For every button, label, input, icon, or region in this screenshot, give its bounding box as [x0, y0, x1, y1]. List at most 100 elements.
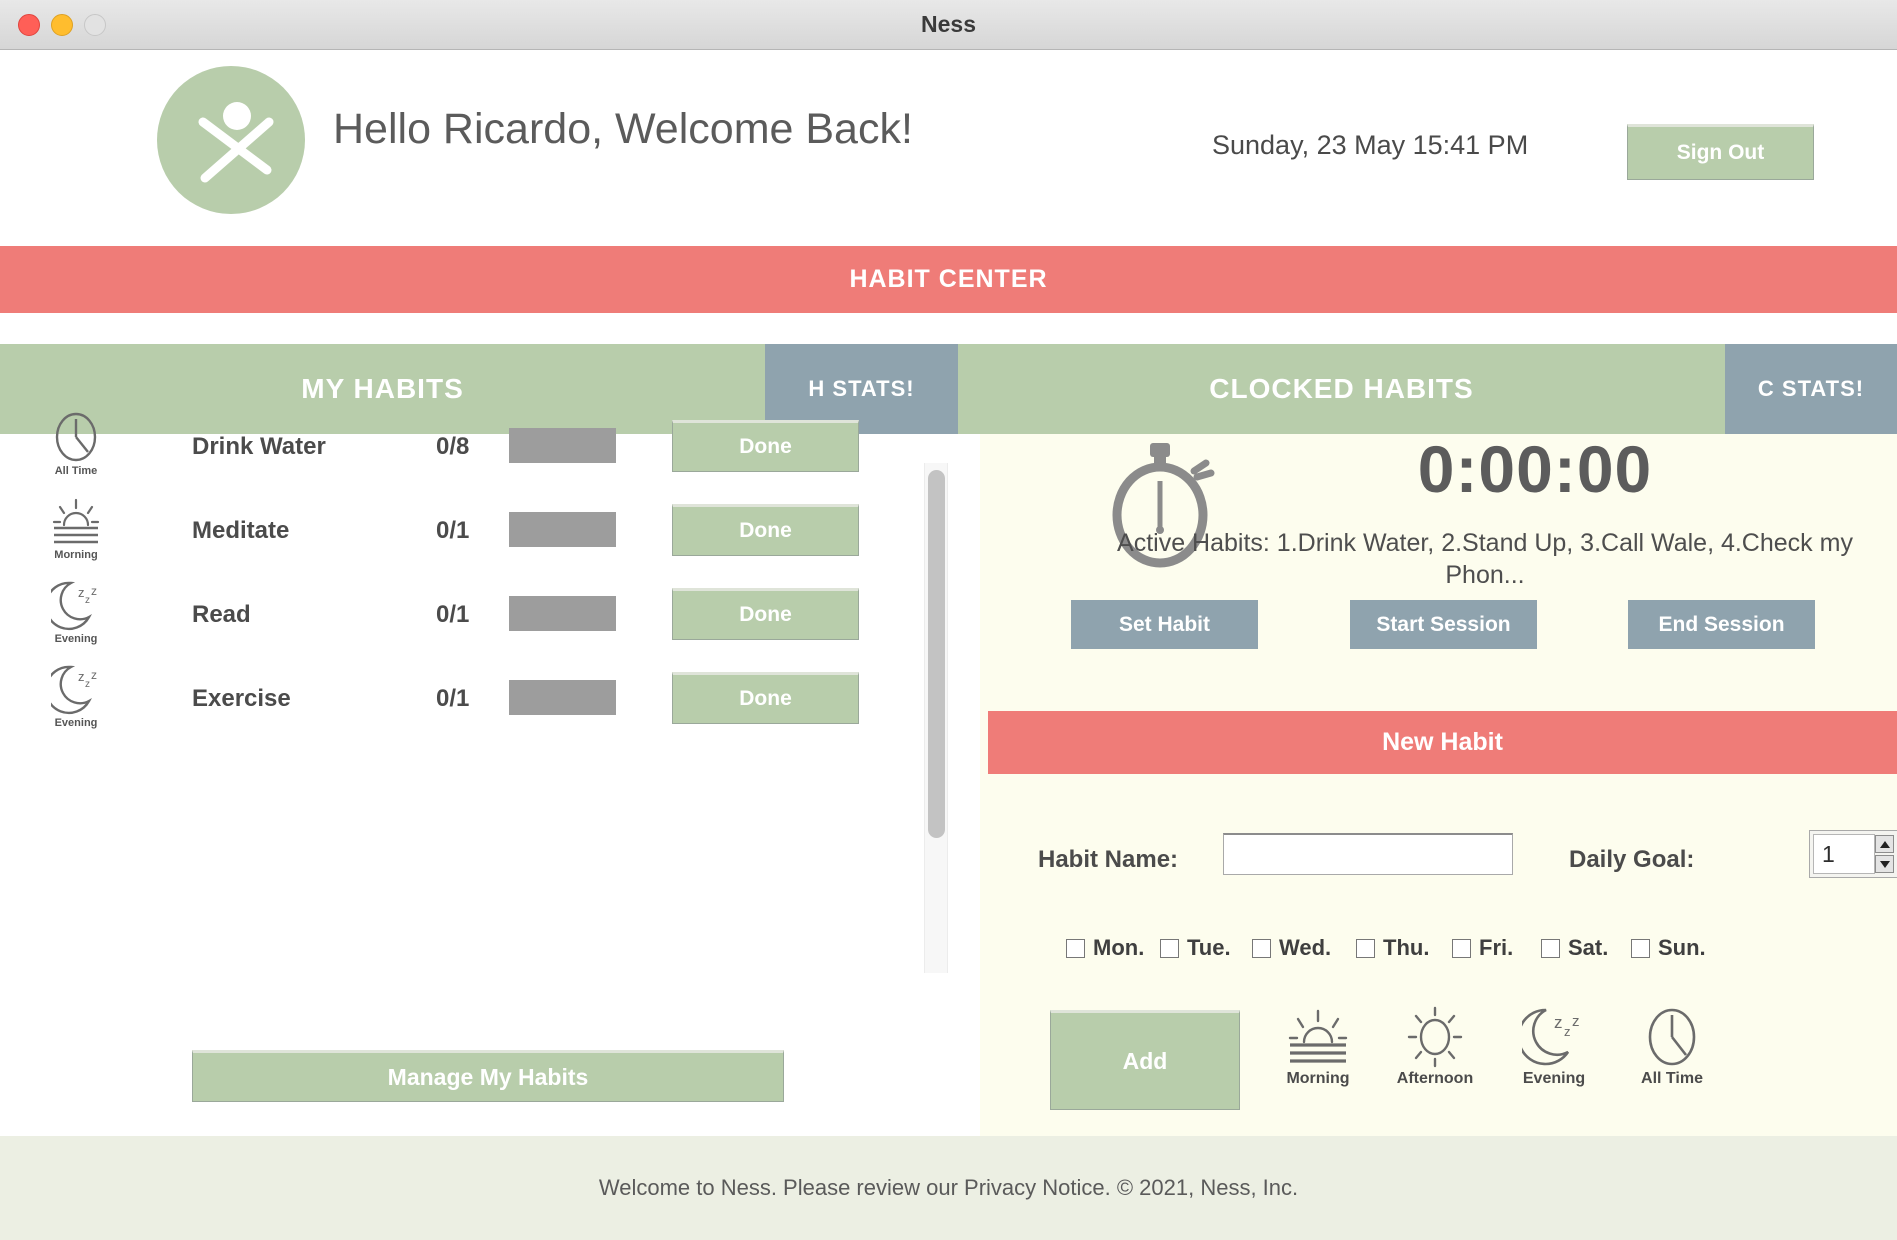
checkbox-icon[interactable] — [1252, 938, 1271, 958]
start-session-button[interactable]: Start Session — [1350, 600, 1537, 649]
moon-icon: z z z Evening — [45, 663, 107, 741]
sunrise-icon — [1288, 1009, 1348, 1063]
clock-icon — [1648, 1008, 1696, 1066]
daily-goal-decrement-icon[interactable] — [1875, 855, 1894, 873]
weekday-tue[interactable]: Tue. — [1160, 935, 1231, 961]
habit-done-button[interactable]: Done — [672, 588, 859, 640]
person-figure-icon — [198, 102, 274, 183]
habit-progress-count: 0/1 — [436, 685, 470, 712]
habit-name-label: Habit Name: — [1038, 846, 1179, 873]
time-of-day-label: Morning — [1286, 1070, 1350, 1087]
weekday-thu[interactable]: Thu. — [1356, 935, 1429, 961]
active-habits-text: Active Habits: 1.Drink Water, 2.Stand Up… — [1117, 529, 1853, 589]
svg-text:z: z — [85, 679, 90, 690]
time-of-day-afternoon[interactable]: Afternoon — [1380, 1006, 1490, 1088]
app-window: Ness Hello Ricardo, Welcome Back! Sunday… — [0, 0, 1897, 1240]
time-of-day-label: All Time — [1641, 1070, 1703, 1087]
habit-name: Exercise — [192, 685, 291, 712]
time-of-day-label: Evening — [1522, 1070, 1586, 1087]
tab-c-stats[interactable]: C STATS! — [1725, 344, 1897, 434]
table-row: Morning Meditate 0/1 Done — [0, 495, 900, 579]
daily-goal-value[interactable]: 1 — [1813, 834, 1875, 874]
daily-goal-increment-icon[interactable] — [1875, 835, 1894, 853]
window-controls — [18, 0, 106, 50]
habit-name: Read — [192, 601, 251, 628]
weekday-label: Tue. — [1187, 935, 1231, 960]
svg-text:z: z — [78, 669, 85, 684]
weekday-mon[interactable]: Mon. — [1066, 935, 1144, 961]
habit-progress-bar — [509, 512, 616, 547]
habit-progress-count: 0/1 — [436, 601, 470, 628]
my-habits-panel: All Time Drink Water 0/8 Done Morning Me… — [0, 412, 958, 1136]
sunrise-icon: Morning — [45, 495, 107, 573]
habits-scrollbar-thumb[interactable] — [928, 470, 945, 838]
habit-done-button[interactable]: Done — [672, 672, 859, 724]
checkbox-icon[interactable] — [1356, 938, 1375, 958]
close-window-icon[interactable] — [18, 14, 40, 36]
checkbox-icon[interactable] — [1452, 938, 1471, 958]
weekday-sun[interactable]: Sun. — [1631, 935, 1706, 961]
habit-progress-bar — [509, 680, 616, 715]
checkbox-icon[interactable] — [1160, 938, 1179, 958]
window-title: Ness — [921, 11, 976, 37]
weekday-wed[interactable]: Wed. — [1252, 935, 1331, 961]
maximize-window-icon[interactable] — [84, 14, 106, 36]
greeting-text: Hello Ricardo, Welcome Back! — [333, 105, 913, 153]
habit-done-button[interactable]: Done — [672, 420, 859, 472]
weekday-label: Sun. — [1658, 935, 1706, 960]
page-footer: Welcome to Ness. Please review our Priva… — [0, 1136, 1897, 1240]
habit-icon-label: All Time — [54, 465, 98, 477]
daily-goal-label: Daily Goal: — [1569, 846, 1695, 873]
minimize-window-icon[interactable] — [51, 14, 73, 36]
end-session-button[interactable]: End Session — [1628, 600, 1815, 649]
table-row: z z z Evening Exercise 0/1 Done — [0, 663, 900, 747]
footer-text: Welcome to Ness. Please review our Priva… — [598, 1175, 1299, 1200]
add-habit-button[interactable]: Add — [1050, 1010, 1240, 1110]
svg-text:z: z — [91, 668, 97, 682]
time-of-day-morning[interactable]: Morning — [1263, 1006, 1373, 1088]
habit-done-button[interactable]: Done — [672, 504, 859, 556]
window-titlebar: Ness — [0, 0, 1897, 50]
weekday-label: Wed. — [1279, 935, 1332, 960]
weekday-label: Fri. — [1479, 935, 1514, 960]
current-datetime: Sunday, 23 May 15:41 PM — [1212, 130, 1529, 160]
habit-progress-bar — [509, 428, 616, 463]
time-of-day-alltime[interactable]: All Time — [1617, 1006, 1727, 1088]
page-header: Hello Ricardo, Welcome Back! Sunday, 23 … — [0, 51, 1897, 246]
habit-icon-label: Evening — [54, 633, 98, 645]
clocked-habits-panel: 0:00:00 Active Habits: 1.Drink Water, 2.… — [980, 432, 1897, 1136]
daily-goal-stepper[interactable]: 1 — [1809, 830, 1897, 878]
svg-text:z: z — [91, 584, 97, 598]
sun-icon — [1407, 1006, 1463, 1068]
svg-text:z: z — [85, 595, 90, 606]
time-of-day-evening[interactable]: z z z Evening — [1499, 1006, 1609, 1088]
checkbox-icon[interactable] — [1066, 938, 1085, 958]
habit-icon-label: Morning — [54, 549, 98, 561]
checkbox-icon[interactable] — [1541, 938, 1560, 958]
sign-out-button[interactable]: Sign Out — [1627, 124, 1814, 180]
manage-my-habits-button[interactable]: Manage My Habits — [192, 1050, 784, 1102]
app-logo — [157, 66, 305, 214]
moon-icon: z z z Evening — [45, 579, 107, 657]
habit-name-input[interactable] — [1223, 833, 1513, 875]
habit-name: Drink Water — [192, 433, 326, 460]
set-habit-button[interactable]: Set Habit — [1071, 600, 1258, 649]
habit-center-banner: HABIT CENTER — [0, 246, 1897, 313]
weekday-label: Mon. — [1093, 935, 1145, 960]
weekday-label: Sat. — [1568, 935, 1609, 960]
timer-display: 0:00:00 — [1417, 432, 1653, 506]
weekday-fri[interactable]: Fri. — [1452, 935, 1513, 961]
habit-icon-label: Evening — [54, 717, 98, 729]
weekday-checkbox-group: Mon. Tue. Wed. Thu. Fri. Sat. Sun. — [1066, 935, 1866, 965]
table-row: All Time Drink Water 0/8 Done — [0, 411, 900, 495]
clock-icon: All Time — [45, 411, 107, 489]
weekday-label: Thu. — [1383, 935, 1430, 960]
svg-text:z: z — [1572, 1013, 1580, 1030]
weekday-sat[interactable]: Sat. — [1541, 935, 1608, 961]
tab-clocked-habits[interactable]: CLOCKED HABITS — [958, 344, 1725, 434]
habit-name: Meditate — [192, 517, 290, 544]
table-row: z z z Evening Read 0/1 Done — [0, 579, 900, 663]
time-of-day-label: Afternoon — [1396, 1070, 1474, 1087]
habit-progress-bar — [509, 596, 616, 631]
checkbox-icon[interactable] — [1631, 938, 1650, 958]
